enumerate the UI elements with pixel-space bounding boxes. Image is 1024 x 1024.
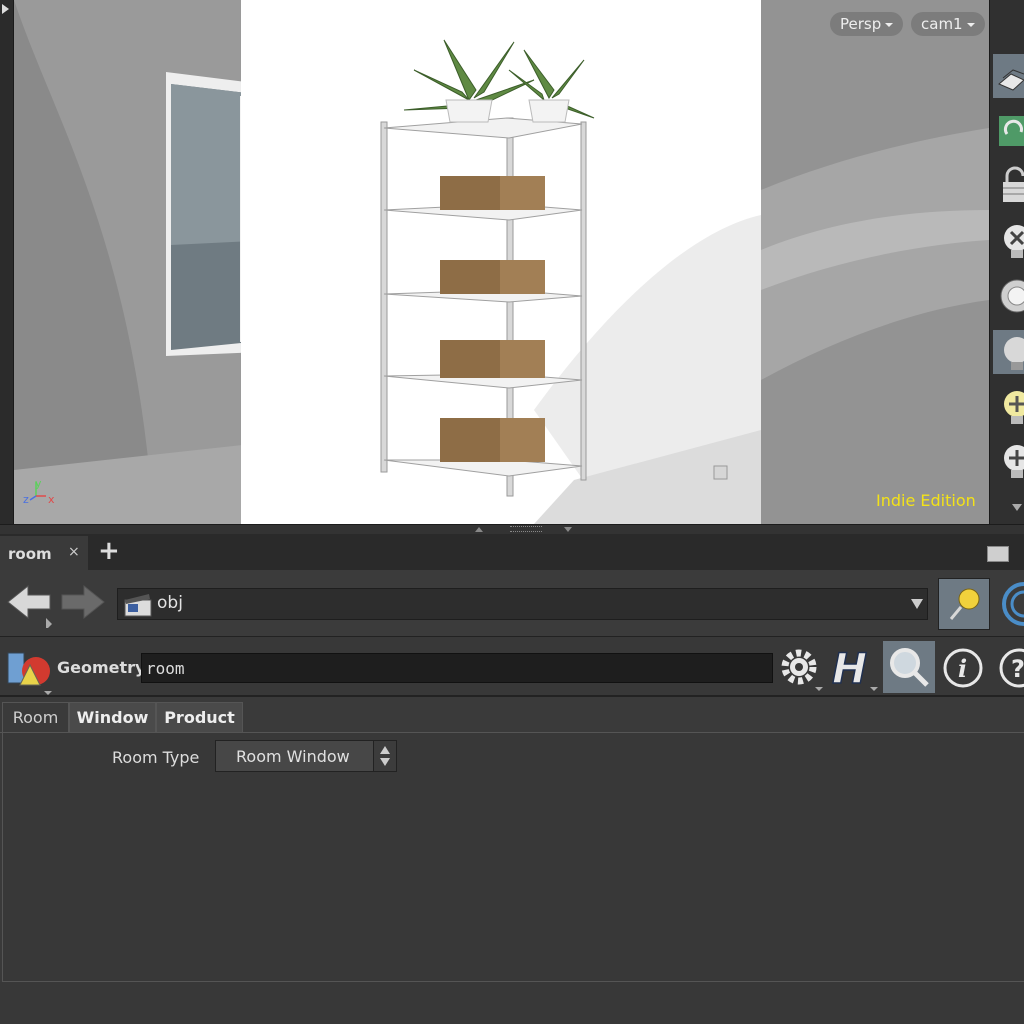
node-name-input[interactable] xyxy=(141,653,773,683)
help-button[interactable]: ? xyxy=(994,643,1024,693)
network-path-bar: obj xyxy=(0,570,1024,637)
room-type-value: Room Window xyxy=(236,747,350,766)
collapse-up-icon[interactable] xyxy=(475,527,483,532)
room-type-select[interactable]: Room Window xyxy=(215,740,397,772)
collapse-down-icon[interactable] xyxy=(564,527,572,532)
geometry-icon[interactable] xyxy=(6,645,56,695)
camera-select-dropdown[interactable]: cam1 xyxy=(911,12,985,36)
pane-footer xyxy=(0,982,1024,1024)
tab-window-params[interactable]: Window xyxy=(69,702,156,732)
path-text: obj xyxy=(157,593,183,613)
tab-window-params-label: Window xyxy=(76,708,149,727)
camera-mode-dropdown[interactable]: Persp xyxy=(830,12,904,36)
pin-button[interactable] xyxy=(938,578,990,630)
edition-watermark: Indie Edition xyxy=(876,491,976,510)
parameter-tabs: Room Window Product xyxy=(0,702,1024,733)
svg-text:?: ? xyxy=(1011,655,1024,683)
updown-arrows-icon[interactable] xyxy=(373,741,396,771)
axis-y-label: y xyxy=(35,477,42,490)
add-light-alt-icon[interactable] xyxy=(993,438,1024,482)
tab-room[interactable]: room × xyxy=(0,536,88,570)
toolbar-more-icon[interactable] xyxy=(1012,504,1022,511)
tab-product-params-label: Product xyxy=(164,708,235,727)
info-button[interactable]: i xyxy=(940,643,990,693)
chevron-down-icon xyxy=(966,22,975,27)
arrow-left-icon[interactable] xyxy=(6,582,56,628)
svg-text:H: H xyxy=(832,644,867,693)
tab-room-params[interactable]: Room xyxy=(2,702,69,732)
clapperboard-icon xyxy=(124,594,152,617)
snapping-icon[interactable] xyxy=(993,108,1024,152)
display-options-icon[interactable] xyxy=(993,54,1024,98)
magnifier-icon xyxy=(890,648,929,687)
viewport-render[interactable]: y z x xyxy=(14,0,989,524)
houdini-h-icon: H xyxy=(831,643,878,694)
light-headlight-icon[interactable] xyxy=(993,274,1024,318)
gear-icon xyxy=(781,649,823,691)
add-light-icon[interactable] xyxy=(993,384,1024,428)
path-field[interactable]: obj xyxy=(117,588,928,620)
light-off-icon[interactable] xyxy=(993,218,1024,262)
light-normal-icon[interactable] xyxy=(993,330,1024,374)
maximize-pane-icon[interactable] xyxy=(987,546,1009,562)
close-tab-icon[interactable]: × xyxy=(68,544,80,560)
drag-handle-icon[interactable] xyxy=(510,526,542,532)
camera-mode-label: Persp xyxy=(840,15,882,33)
houdini-menu-button[interactable]: H xyxy=(830,643,880,694)
help-icon: ? xyxy=(999,648,1024,688)
search-button[interactable] xyxy=(883,641,935,693)
scene-viewport[interactable]: y z x Persp cam1 Indie Edition xyxy=(0,0,1024,524)
node-type-label: Geometry xyxy=(57,658,146,677)
axis-x-label: x xyxy=(48,493,55,506)
tab-product-params[interactable]: Product xyxy=(156,702,243,732)
chevron-down-icon xyxy=(885,22,894,27)
tab-room-params-label: Room xyxy=(12,708,59,727)
chevron-down-icon[interactable] xyxy=(911,599,923,609)
info-icon: i xyxy=(943,648,983,688)
add-tab-icon[interactable]: + xyxy=(98,536,120,566)
camera-name-label: cam1 xyxy=(921,15,963,33)
parameter-header: Geometry H i ? xyxy=(0,637,1024,697)
room-type-label: Room Type xyxy=(112,748,200,767)
lock-camera-icon[interactable] xyxy=(993,162,1024,206)
viewport-left-toolbar xyxy=(0,0,14,524)
parameter-body xyxy=(2,733,1024,982)
svg-text:i: i xyxy=(958,654,967,683)
link-view-icon[interactable] xyxy=(992,580,1024,628)
axis-z-label: z xyxy=(23,493,29,506)
gear-button[interactable] xyxy=(777,643,827,693)
pin-icon xyxy=(949,588,980,620)
expand-arrow-icon[interactable] xyxy=(2,4,9,14)
arrow-right-icon[interactable] xyxy=(60,582,106,622)
pane-tab-bar: room × + xyxy=(0,534,1024,570)
tab-room-label: room xyxy=(8,545,52,563)
